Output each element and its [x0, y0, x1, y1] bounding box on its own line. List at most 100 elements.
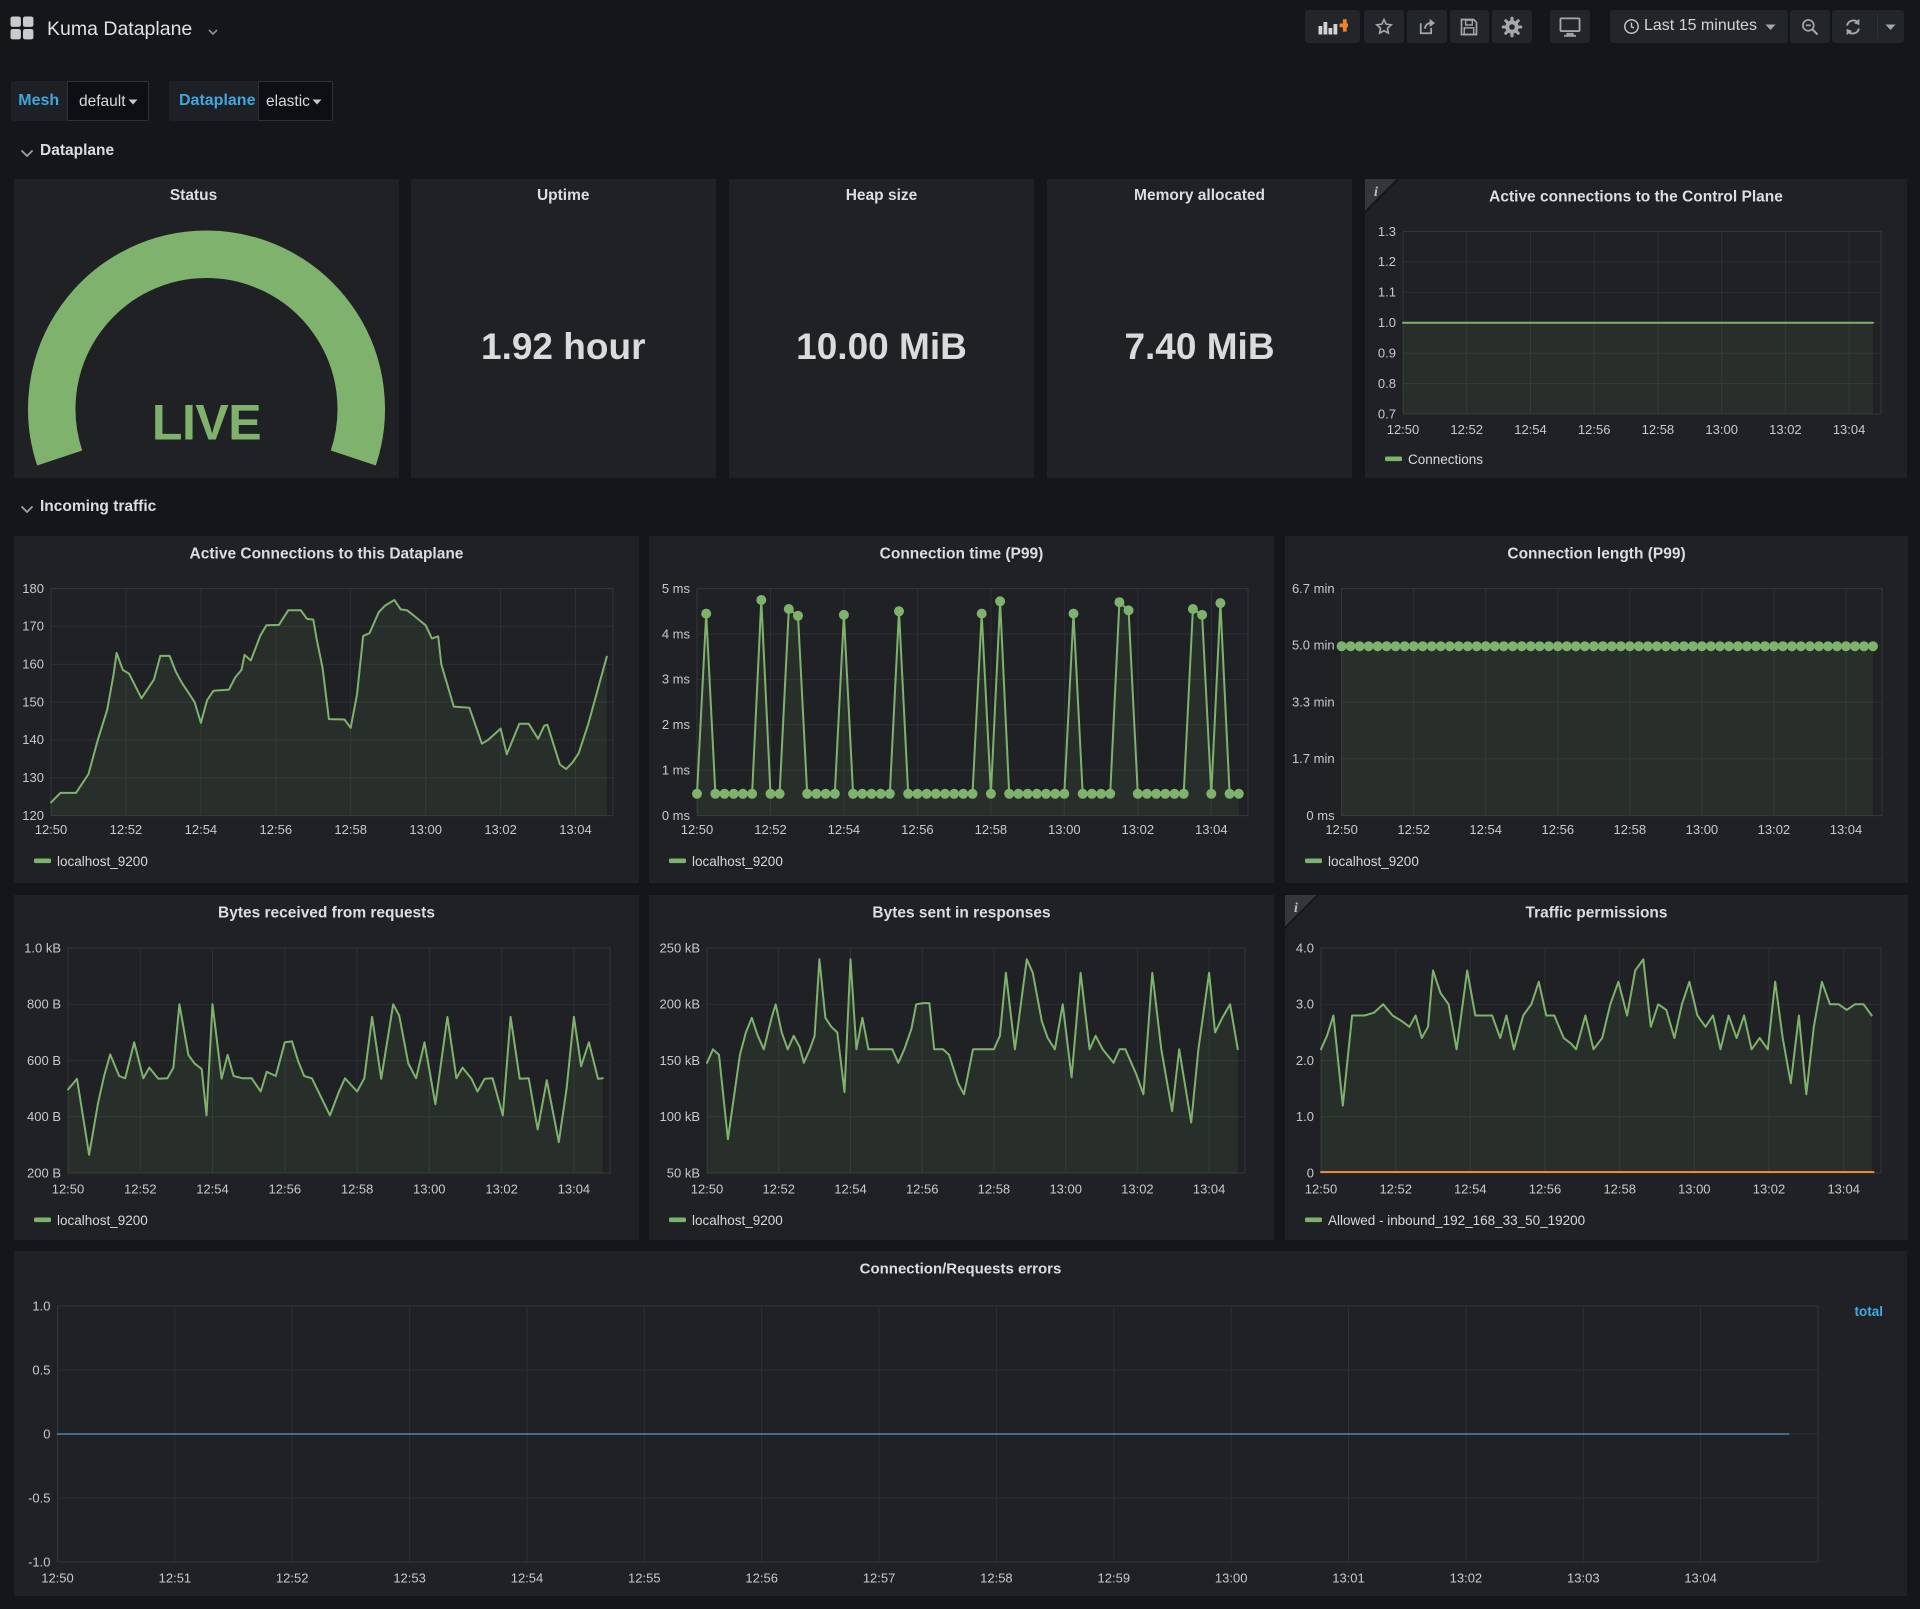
svg-text:12:50: 12:50 — [41, 1570, 74, 1585]
svg-text:i: i — [1374, 185, 1378, 200]
svg-text:Connection/Requests errors: Connection/Requests errors — [860, 1260, 1062, 1277]
svg-text:12:58: 12:58 — [341, 1181, 374, 1196]
svg-text:12:52: 12:52 — [124, 1181, 157, 1196]
svg-text:12:50: 12:50 — [1305, 1181, 1338, 1196]
svg-text:0.8: 0.8 — [1378, 375, 1396, 390]
svg-text:12:56: 12:56 — [1542, 822, 1575, 837]
svg-text:50 kB: 50 kB — [667, 1165, 700, 1180]
svg-text:12:50: 12:50 — [35, 822, 68, 837]
svg-text:600 B: 600 B — [27, 1052, 61, 1067]
svg-text:Active connections to the Cont: Active connections to the Control Plane — [1489, 188, 1783, 205]
svg-text:Traffic permissions: Traffic permissions — [1526, 904, 1668, 921]
svg-text:12:52: 12:52 — [1397, 822, 1430, 837]
svg-text:12:50: 12:50 — [681, 822, 714, 837]
svg-text:12:58: 12:58 — [334, 822, 367, 837]
svg-text:12:54: 12:54 — [1514, 421, 1547, 436]
svg-text:Active Connections to this Dat: Active Connections to this Dataplane — [190, 546, 464, 563]
svg-text:localhost_9200: localhost_9200 — [1328, 854, 1419, 869]
svg-text:250 kB: 250 kB — [660, 940, 700, 955]
svg-text:100 kB: 100 kB — [660, 1109, 700, 1124]
svg-text:12:56: 12:56 — [1529, 1181, 1562, 1196]
svg-text:12:56: 12:56 — [269, 1181, 302, 1196]
svg-text:180: 180 — [22, 581, 44, 596]
svg-text:120: 120 — [22, 808, 44, 823]
svg-text:130: 130 — [22, 770, 44, 785]
svg-text:140: 140 — [22, 733, 44, 748]
svg-text:0.7: 0.7 — [1378, 406, 1396, 421]
svg-text:13:00: 13:00 — [1048, 822, 1081, 837]
svg-text:12:50: 12:50 — [52, 1181, 85, 1196]
svg-text:LIVE: LIVE — [152, 394, 261, 450]
svg-text:1.0: 1.0 — [1296, 1109, 1314, 1124]
svg-text:-0.5: -0.5 — [28, 1490, 50, 1505]
svg-text:1.0: 1.0 — [32, 1298, 50, 1313]
svg-text:160: 160 — [22, 657, 44, 672]
svg-text:12:56: 12:56 — [260, 822, 293, 837]
svg-text:150: 150 — [22, 695, 44, 710]
svg-text:1.7 min: 1.7 min — [1292, 752, 1335, 767]
svg-text:12:59: 12:59 — [1098, 1570, 1131, 1585]
svg-text:6.7 min: 6.7 min — [1292, 581, 1335, 596]
svg-text:200 B: 200 B — [27, 1165, 61, 1180]
svg-text:Allowed - inbound_192_168_33_5: Allowed - inbound_192_168_33_50_19200 — [1328, 1212, 1585, 1227]
svg-text:12:52: 12:52 — [1450, 421, 1483, 436]
svg-text:localhost_9200: localhost_9200 — [57, 1212, 148, 1227]
svg-text:12:58: 12:58 — [1614, 822, 1647, 837]
svg-text:12:56: 12:56 — [902, 822, 935, 837]
svg-text:12:50: 12:50 — [1325, 822, 1358, 837]
svg-text:Connection time (P99): Connection time (P99) — [880, 546, 1044, 563]
svg-text:150 kB: 150 kB — [660, 1052, 700, 1067]
svg-text:i: i — [1294, 900, 1298, 915]
svg-text:12:58: 12:58 — [1642, 421, 1675, 436]
svg-text:400 B: 400 B — [27, 1109, 61, 1124]
svg-text:12:50: 12:50 — [691, 1181, 724, 1196]
svg-text:12:54: 12:54 — [511, 1570, 544, 1585]
svg-text:13:04: 13:04 — [1830, 822, 1863, 837]
svg-text:800 B: 800 B — [27, 996, 61, 1011]
svg-text:13:04: 13:04 — [1827, 1181, 1860, 1196]
svg-text:12:57: 12:57 — [863, 1570, 896, 1585]
svg-text:localhost_9200: localhost_9200 — [692, 1212, 783, 1227]
svg-text:200 kB: 200 kB — [660, 996, 700, 1011]
svg-text:12:53: 12:53 — [393, 1570, 426, 1585]
svg-text:13:00: 13:00 — [1678, 1181, 1711, 1196]
svg-text:13:04: 13:04 — [1193, 1181, 1226, 1196]
svg-text:Connections: Connections — [1408, 451, 1483, 466]
svg-text:13:02: 13:02 — [1758, 822, 1791, 837]
svg-text:12:58: 12:58 — [980, 1570, 1013, 1585]
svg-text:4 ms: 4 ms — [662, 627, 691, 642]
svg-text:12:52: 12:52 — [755, 822, 788, 837]
svg-text:12:52: 12:52 — [763, 1181, 796, 1196]
svg-text:Connection length (P99): Connection length (P99) — [1507, 546, 1685, 563]
svg-text:12:51: 12:51 — [159, 1570, 192, 1585]
svg-text:13:02: 13:02 — [1450, 1570, 1483, 1585]
svg-text:2.0: 2.0 — [1296, 1052, 1314, 1067]
svg-text:13:03: 13:03 — [1567, 1570, 1600, 1585]
svg-text:13:01: 13:01 — [1332, 1570, 1365, 1585]
svg-text:13:00: 13:00 — [409, 822, 442, 837]
svg-text:12:54: 12:54 — [835, 1181, 868, 1196]
svg-text:1.0 kB: 1.0 kB — [24, 940, 61, 955]
svg-text:13:04: 13:04 — [559, 822, 592, 837]
svg-text:5.0 min: 5.0 min — [1292, 638, 1335, 653]
svg-text:12:54: 12:54 — [828, 822, 861, 837]
svg-text:-1.0: -1.0 — [28, 1554, 50, 1569]
svg-text:1 ms: 1 ms — [662, 763, 691, 778]
svg-text:13:02: 13:02 — [1753, 1181, 1786, 1196]
svg-text:13:00: 13:00 — [1215, 1570, 1248, 1585]
svg-text:3 ms: 3 ms — [662, 672, 691, 687]
svg-text:13:00: 13:00 — [413, 1181, 446, 1196]
svg-text:13:02: 13:02 — [485, 1181, 518, 1196]
svg-text:12:56: 12:56 — [745, 1570, 778, 1585]
svg-text:0 ms: 0 ms — [1306, 808, 1335, 823]
svg-text:0.9: 0.9 — [1378, 345, 1396, 360]
svg-text:0 ms: 0 ms — [662, 808, 691, 823]
svg-text:0: 0 — [1307, 1165, 1314, 1180]
svg-text:0: 0 — [43, 1426, 50, 1441]
svg-text:1.2: 1.2 — [1378, 254, 1396, 269]
svg-text:12:52: 12:52 — [276, 1570, 309, 1585]
svg-text:5 ms: 5 ms — [662, 581, 691, 596]
svg-text:0.5: 0.5 — [32, 1362, 50, 1377]
svg-text:12:54: 12:54 — [196, 1181, 229, 1196]
svg-text:localhost_9200: localhost_9200 — [57, 854, 148, 869]
